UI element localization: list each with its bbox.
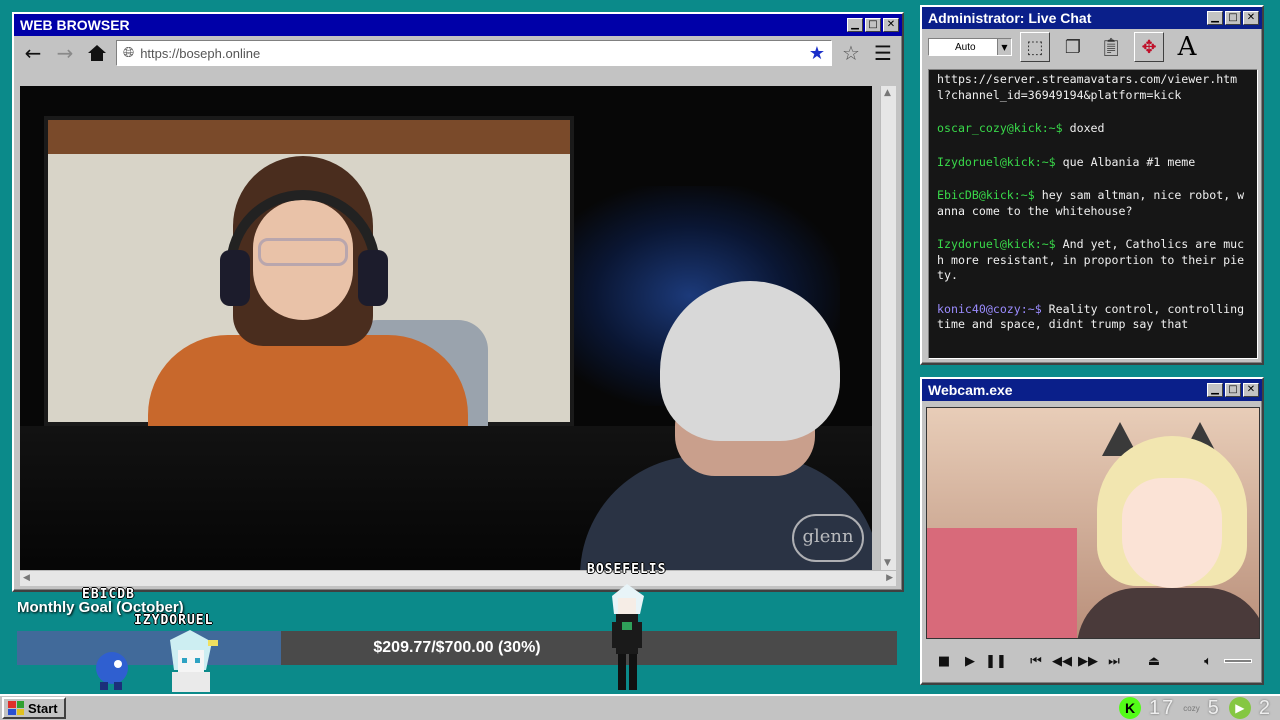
browser-window: WEB BROWSER ▁ □ ✕ ← → 🌐︎ https://boseph.… xyxy=(12,12,904,592)
horizontal-scrollbar[interactable]: ◀ ▶ xyxy=(20,570,896,586)
browser-title: WEB BROWSER xyxy=(20,17,130,33)
vertical-scrollbar[interactable]: ▲ ▼ xyxy=(880,86,896,570)
cozy-icon: cozy xyxy=(1183,703,1200,713)
close-button[interactable]: ✕ xyxy=(1243,383,1259,397)
volume-slider[interactable] xyxy=(1224,659,1252,663)
rewind-icon[interactable]: ◀◀ xyxy=(1052,651,1072,671)
maximize-button[interactable]: □ xyxy=(1225,383,1241,397)
video-screen-monitor xyxy=(44,116,574,455)
chat-username: Izydoruel@kick:~$ xyxy=(937,154,1056,169)
start-button[interactable]: Start xyxy=(2,697,66,719)
start-label: Start xyxy=(28,700,58,716)
zoom-select-value: Auto xyxy=(955,41,976,53)
kick-viewer-count: 17 xyxy=(1149,696,1176,719)
goal-progress-label: $209.77/$700.00 (30%) xyxy=(373,639,541,656)
eject-icon[interactable]: ⏏︎ xyxy=(1144,651,1164,671)
chat-username: oscar_cozy@kick:~$ xyxy=(937,121,1063,135)
skip-forward-icon[interactable]: ⏭︎ xyxy=(1104,651,1124,671)
media-controls: ■ ▶ ❚❚ ⏮︎ ◀◀ ▶▶ ⏭︎ ⏏︎ 🔈︎ xyxy=(926,643,1260,679)
chat-message: konic40@cozy:~$ Reality control, control… xyxy=(937,301,1252,332)
live-chat-window: Administrator: Live Chat ▁ □ ✕ Auto ▼ ⬚ … xyxy=(920,5,1264,365)
rumble-viewer-count: 2 xyxy=(1258,696,1272,719)
chat-message: EbicDB@kick:~$ hey sam altman, nice robo… xyxy=(937,188,1245,218)
chat-toolbar: Auto ▼ ⬚ ❐ 📋︎ ✥ A xyxy=(922,29,1262,65)
kick-icon: K xyxy=(1119,697,1142,719)
chat-message: oscar_cozy@kick:~$ doxed xyxy=(937,121,1105,135)
zoom-select[interactable]: Auto ▼ xyxy=(928,38,1012,56)
paste-icon[interactable]: 📋︎ xyxy=(1096,32,1126,62)
chat-message: Izydoruel@kick:~$ que Albania #1 meme xyxy=(937,154,1196,169)
play-icon[interactable]: ▶ xyxy=(960,651,980,671)
copy-icon[interactable]: ❐ xyxy=(1058,32,1088,62)
back-icon[interactable]: ← xyxy=(20,40,46,66)
minimize-button[interactable]: ▁ xyxy=(1207,11,1223,25)
font-icon[interactable]: A xyxy=(1172,32,1202,62)
sprite-name-bosefelis: BOSEFELIS xyxy=(587,562,667,577)
url-text: https://boseph.online xyxy=(140,45,261,61)
webcam-titlebar[interactable]: Webcam.exe ▁ □ ✕ xyxy=(922,379,1262,401)
chevron-down-icon: ▼ xyxy=(997,39,1011,55)
goal-progress-bar: $209.77/$700.00 (30%) xyxy=(17,631,897,665)
chat-username: konic40@cozy:~$ xyxy=(937,301,1042,316)
cozy-viewer-count: 5 xyxy=(1207,696,1221,719)
maximize-button[interactable]: □ xyxy=(1225,11,1241,25)
minimize-button[interactable]: ▁ xyxy=(847,18,863,32)
pause-icon[interactable]: ❚❚ xyxy=(985,651,1007,671)
fast-forward-icon[interactable]: ▶▶ xyxy=(1078,651,1098,671)
menu-icon[interactable]: ☰ xyxy=(870,40,896,66)
chat-title: Administrator: Live Chat xyxy=(928,10,1092,26)
chat-username: EbicDB@kick:~$ xyxy=(937,188,1035,202)
minimize-button[interactable]: ▁ xyxy=(1207,383,1223,397)
sprite-bosefelis[interactable] xyxy=(604,582,650,699)
page-video[interactable]: glenn xyxy=(20,86,872,570)
home-icon[interactable] xyxy=(84,40,110,66)
sprite-name-izydoruel: IZYDORUEL xyxy=(134,613,214,628)
webcam-window: Webcam.exe ▁ □ ✕ ■ ▶ ❚❚ ⏮︎ ◀◀ ▶▶ ⏭︎ ⏏︎ 🔈… xyxy=(920,377,1264,685)
chat-titlebar[interactable]: Administrator: Live Chat ▁ □ ✕ xyxy=(922,7,1262,29)
maximize-button[interactable]: □ xyxy=(865,18,881,32)
webcam-title: Webcam.exe xyxy=(928,382,1013,398)
browser-titlebar[interactable]: WEB BROWSER ▁ □ ✕ xyxy=(14,14,902,36)
webcam-view xyxy=(926,407,1260,639)
chat-message: https://server.streamavatars.com/viewer.… xyxy=(937,72,1238,102)
chat-log[interactable]: https://server.streamavatars.com/viewer.… xyxy=(928,69,1258,359)
address-bar[interactable]: 🌐︎ https://boseph.online ★ xyxy=(116,40,832,66)
globe-icon: 🌐︎ xyxy=(123,45,135,61)
skip-back-icon[interactable]: ⏮︎ xyxy=(1026,651,1046,671)
sprite-ebicdb[interactable] xyxy=(92,648,132,697)
move-icon[interactable]: ✥ xyxy=(1134,32,1164,62)
forward-icon[interactable]: → xyxy=(52,40,78,66)
chat-username: Izydoruel@kick:~$ xyxy=(937,237,1056,251)
rumble-icon: ▶ xyxy=(1228,697,1251,719)
close-button[interactable]: ✕ xyxy=(883,18,899,32)
glenn-watermark: glenn xyxy=(792,514,864,562)
volume-icon[interactable]: 🔈︎ xyxy=(1198,651,1218,671)
viewer-counts: K 17 cozy 5 ▶ 2 xyxy=(1119,697,1280,720)
browser-navbar: ← → 🌐︎ https://boseph.online ★ ☆ ☰ xyxy=(14,36,902,70)
sprite-izydoruel[interactable] xyxy=(160,630,220,697)
chat-message: Izydoruel@kick:~$ And yet, Catholics are… xyxy=(937,237,1245,282)
windows-logo-icon xyxy=(8,701,24,715)
avatar xyxy=(1122,478,1222,588)
sprite-name-ebicdb: EBICDB xyxy=(82,587,135,602)
select-icon[interactable]: ⬚ xyxy=(1020,32,1050,62)
taskbar: Start K 17 cozy 5 ▶ 2 xyxy=(0,694,1280,720)
favorites-star-icon[interactable]: ☆ xyxy=(838,40,864,66)
bookmarked-star-icon[interactable]: ★ xyxy=(809,43,825,64)
close-button[interactable]: ✕ xyxy=(1243,11,1259,25)
stop-icon[interactable]: ■ xyxy=(934,651,954,671)
